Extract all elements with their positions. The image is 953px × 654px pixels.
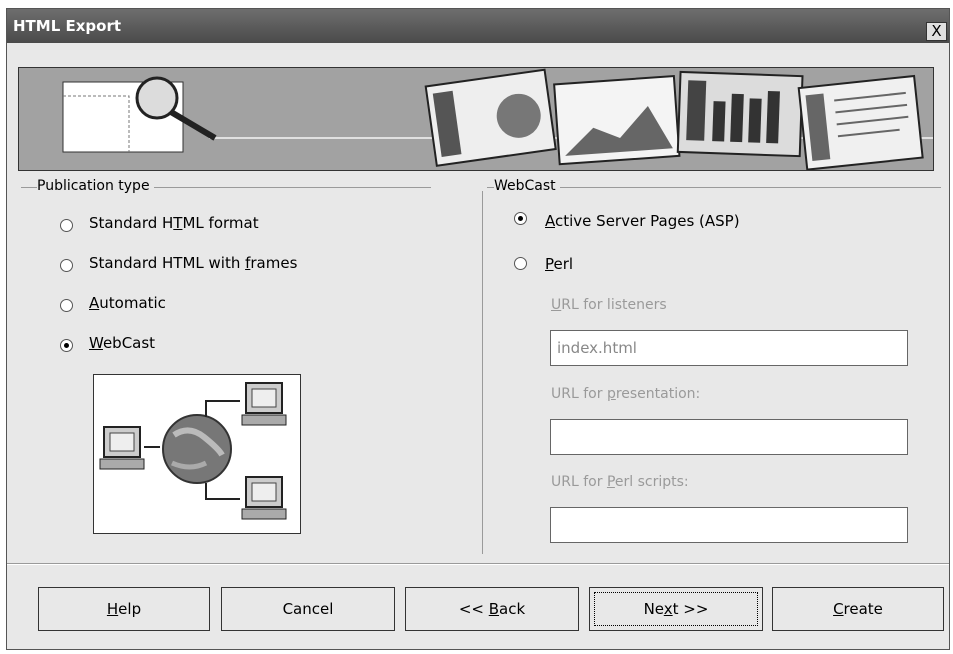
radio-webcast[interactable] [60,339,73,352]
webcast-illustration [93,374,301,534]
cancel-button[interactable]: Cancel [221,587,395,631]
help-button[interactable]: Help [38,587,210,631]
banner-illustration [19,68,933,170]
option-automatic[interactable]: Automatic [89,294,166,312]
option-standard-html[interactable]: Standard HTML format [89,214,259,232]
close-button[interactable]: X [926,22,947,41]
radio-standard-html-frames[interactable] [60,259,73,272]
presentation-url-input[interactable] [550,419,908,455]
webcast-group-label: WebCast [494,178,560,194]
html-export-dialog: HTML Export X Publication type Standard … [6,8,950,650]
computer-icon-bottom [241,476,287,520]
computer-icon-top [241,382,287,426]
group-separator [482,191,483,554]
next-button[interactable]: Next >> [589,587,763,631]
option-standard-html-frames[interactable]: Standard HTML with frames [89,254,297,272]
radio-perl[interactable] [514,257,527,270]
banner-image [18,67,934,171]
listeners-url-label: URL for listeners [551,297,667,313]
button-separator [7,563,949,565]
computer-icon-left [99,426,145,470]
perl-scripts-url-label: URL for Perl scripts: [551,474,689,490]
listeners-url-input[interactable]: index.html [550,330,908,366]
option-webcast[interactable]: WebCast [89,334,155,352]
perl-scripts-url-input[interactable] [550,507,908,543]
option-perl[interactable]: Perl [545,255,573,273]
radio-automatic[interactable] [60,299,73,312]
title-bar: HTML Export X [7,9,949,43]
radio-standard-html[interactable] [60,219,73,232]
option-asp[interactable]: Active Server Pages (ASP) [545,212,740,230]
webcast-network-diagram [99,382,287,520]
radio-asp[interactable] [514,212,527,225]
publication-type-label: Publication type [37,178,154,194]
window-title: HTML Export [13,17,122,35]
create-button[interactable]: Create [772,587,944,631]
presentation-url-label: URL for presentation: [551,386,701,402]
back-button[interactable]: << Back [405,587,579,631]
